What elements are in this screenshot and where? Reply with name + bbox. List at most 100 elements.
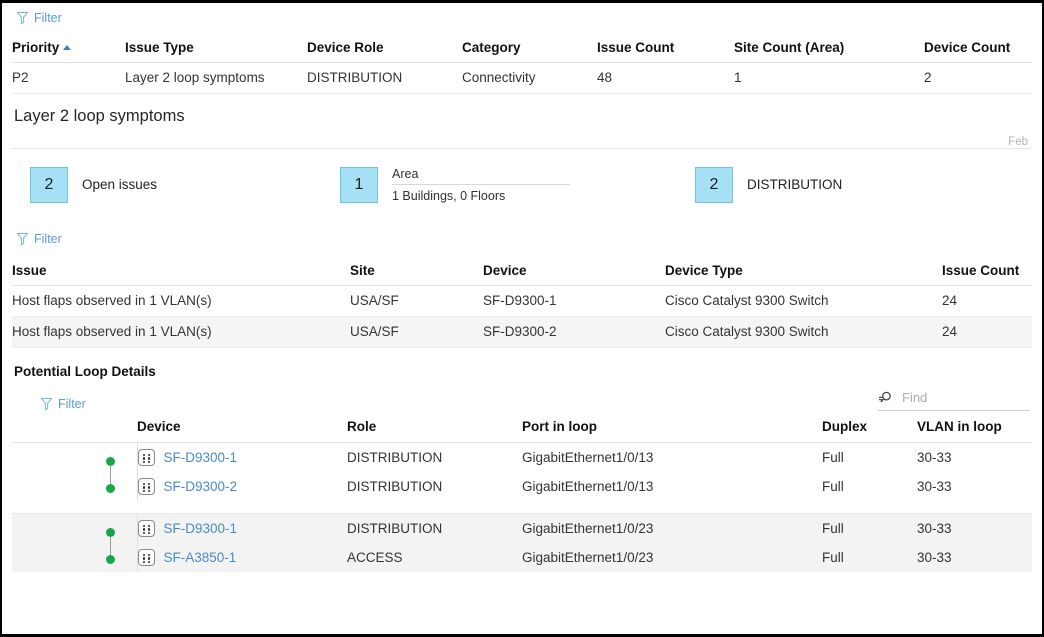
potential-loop-details-section: Potential Loop Details Filter Find Devic…: [12, 348, 1032, 572]
cell-duplex: Full: [822, 543, 917, 572]
cell-issue-count: 24: [942, 285, 1032, 317]
cell-site-count: 1: [734, 62, 924, 94]
open-issues-label: Open issues: [82, 177, 158, 192]
network-device-icon: [137, 449, 155, 466]
cell-device[interactable]: SF-A3850-1: [137, 543, 347, 572]
summary-strip: 2 Open issues 1 Area 1 Buildings, 0 Floo…: [12, 148, 1032, 220]
cell-issue-link[interactable]: Host flaps observed in 1 VLAN(s): [12, 285, 350, 317]
cell-site: USA/SF: [350, 285, 483, 317]
issue-type-header-row: Priority Issue Type Device Role Category…: [12, 36, 1032, 63]
issues-header-row: Issue Site Device Device Type Issue Coun…: [12, 259, 1032, 286]
filter-button-top[interactable]: Filter: [16, 11, 62, 25]
cell-issue-type-link[interactable]: Layer 2 loop symptoms: [125, 62, 307, 94]
table-row[interactable]: Host flaps observed in 1 VLAN(s) USA/SF …: [12, 316, 1032, 348]
table-row[interactable]: SF-A3850-1 ACCESS GigabitEthernet1/0/23 …: [12, 543, 1032, 572]
cell-role: DISTRIBUTION: [347, 450, 443, 465]
loop-header-row: Device Role Port in loop Duplex VLAN in …: [12, 419, 1032, 443]
device-link[interactable]: SF-A3850-1: [164, 550, 237, 565]
cell-vlan: 30-33: [917, 513, 1032, 543]
column-header-issue-count[interactable]: Issue Count: [597, 36, 734, 63]
column-header-topology: [12, 419, 137, 443]
cell-role: ACCESS: [347, 543, 522, 572]
column-header-site[interactable]: Site: [350, 259, 483, 286]
cell-port: GigabitEthernet1/0/23: [522, 513, 822, 543]
cell-port: GigabitEthernet1/0/23: [522, 543, 822, 572]
cell-device[interactable]: SF-D9300-1: [137, 513, 347, 543]
cell-duplex: Full: [822, 479, 844, 494]
network-device-icon: [137, 520, 155, 537]
sort-ascending-caret-icon: [63, 45, 72, 50]
cell-issue-link[interactable]: Host flaps observed in 1 VLAN(s): [12, 316, 350, 348]
section-title: Potential Loop Details: [14, 364, 156, 379]
issue-type-table: Priority Issue Type Device Role Category…: [12, 36, 1032, 94]
area-text-stack: Area 1 Buildings, 0 Floors: [392, 167, 570, 203]
filter-funnel-icon: [16, 11, 29, 25]
column-header-site-count[interactable]: Site Count (Area): [734, 36, 924, 63]
cell-role: DISTRIBUTION: [347, 513, 522, 543]
issue-detail-window: Filter Priority Issue Type Device Role C…: [0, 0, 1044, 637]
filter-button-issues[interactable]: Filter: [16, 232, 62, 246]
top-filter-bar: Filter: [12, 3, 1032, 34]
column-header-issue-type[interactable]: Issue Type: [125, 36, 307, 63]
column-header-device-count[interactable]: Device Count: [924, 36, 1032, 63]
issues-filter-bar: Filter: [12, 228, 1032, 259]
issues-table: Issue Site Device Device Type Issue Coun…: [12, 259, 1032, 348]
cell-device-role: DISTRIBUTION: [307, 62, 462, 94]
cell-device[interactable]: SF-D9300-1: [137, 443, 347, 473]
filter-funnel-icon: [16, 232, 29, 246]
device-role-label: DISTRIBUTION: [747, 177, 843, 192]
network-device-icon: [137, 549, 155, 566]
summary-device-role[interactable]: 2 DISTRIBUTION: [695, 166, 843, 203]
table-row[interactable]: Host flaps observed in 1 VLAN(s) USA/SF …: [12, 285, 1032, 317]
device-role-count-badge: 2: [695, 166, 733, 203]
area-count-badge: 1: [340, 166, 378, 203]
month-label: Feb: [1008, 136, 1028, 148]
device-link[interactable]: SF-D9300-2: [164, 479, 238, 494]
table-row[interactable]: P2 Layer 2 loop symptoms DISTRIBUTION Co…: [12, 62, 1032, 94]
column-header-category[interactable]: Category: [462, 36, 597, 63]
device-link[interactable]: SF-D9300-1: [164, 450, 238, 465]
cell-device-link[interactable]: SF-D9300-2: [483, 316, 665, 348]
find-input[interactable]: [900, 389, 1030, 406]
endpoint-dot-icon: [106, 555, 115, 564]
cell-issue-count: 24: [942, 316, 1032, 348]
table-row[interactable]: SF-D9300-1 DISTRIBUTION GigabitEthernet1…: [12, 442, 1032, 501]
cell-device-type: Cisco Catalyst 9300 Switch: [665, 285, 942, 317]
cell-vlan: 30-33: [917, 543, 1032, 572]
device-link[interactable]: SF-D9300-1: [164, 521, 238, 536]
column-header-device-role[interactable]: Device Role: [307, 36, 462, 63]
cell-vlan: 30-33: [917, 450, 952, 465]
cell-duplex: Full: [822, 513, 917, 543]
column-header-role[interactable]: Role: [347, 419, 522, 443]
cell-port: GigabitEthernet1/0/13: [522, 450, 654, 465]
summary-area[interactable]: 1 Area 1 Buildings, 0 Floors: [340, 166, 695, 203]
table-row[interactable]: SF-D9300-2 DISTRIBUTION GigabitEthernet1…: [12, 472, 1032, 501]
cell-role: DISTRIBUTION: [347, 479, 443, 494]
filter-button-loop[interactable]: Filter: [40, 397, 86, 411]
column-header-device[interactable]: Device: [483, 259, 665, 286]
cell-issue-count: 48: [597, 62, 734, 94]
loop-link-graphic: [12, 513, 138, 572]
summary-open-issues[interactable]: 2 Open issues: [30, 166, 340, 203]
column-header-duplex[interactable]: Duplex: [822, 419, 917, 443]
cell-device-link[interactable]: SF-D9300-1: [483, 285, 665, 317]
column-header-vlan-in-loop[interactable]: VLAN in loop: [917, 419, 1032, 443]
column-header-port-in-loop[interactable]: Port in loop: [522, 419, 822, 443]
area-label: Area: [392, 167, 570, 185]
column-header-device[interactable]: Device: [137, 419, 347, 443]
column-header-issue[interactable]: Issue: [12, 259, 350, 286]
find-search-box[interactable]: [878, 389, 1030, 411]
area-sublabel: 1 Buildings, 0 Floors: [392, 188, 506, 203]
column-header-device-type[interactable]: Device Type: [665, 259, 942, 286]
search-magnifier-icon: [878, 390, 893, 405]
cell-device[interactable]: SF-D9300-2: [137, 472, 347, 501]
table-row[interactable]: SF-D9300-1 DISTRIBUTION GigabitEthernet1…: [12, 513, 1032, 572]
cell-device-count: 2: [924, 62, 1032, 94]
loop-details-table: Device Role Port in loop Duplex VLAN in …: [12, 419, 1032, 572]
column-header-issue-count[interactable]: Issue Count: [942, 259, 1032, 286]
endpoint-dot-icon: [106, 484, 115, 493]
loop-link-graphic: [12, 442, 138, 501]
open-issues-count-badge: 2: [30, 166, 68, 203]
loop-toolbar: Filter: [12, 385, 1032, 419]
column-header-priority[interactable]: Priority: [12, 36, 125, 63]
